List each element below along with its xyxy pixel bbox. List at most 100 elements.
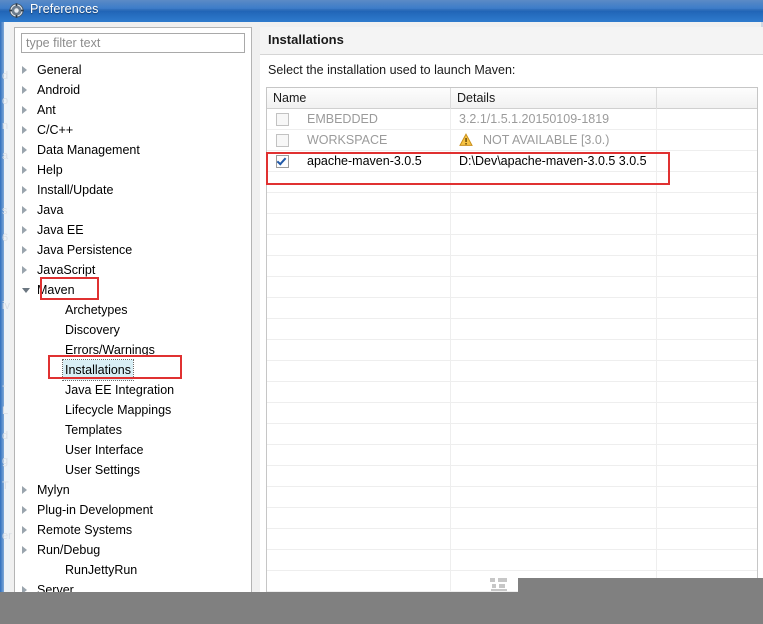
sidebar-item-label: JavaScript — [37, 263, 96, 277]
cell-empty — [451, 172, 657, 193]
sidebar-item-discovery[interactable]: Discovery — [15, 320, 251, 340]
sidebar-item-maven[interactable]: Maven — [15, 280, 251, 300]
chevron-right-icon[interactable] — [22, 486, 27, 494]
table-empty-row — [267, 382, 757, 403]
sidebar-item-label: Run/Debug — [37, 543, 101, 557]
window-title-bar[interactable]: Preferences — [0, 0, 763, 22]
table-empty-row — [267, 424, 757, 445]
sidebar-item-label: General — [37, 63, 82, 77]
screenshot-cutoff-right — [518, 578, 763, 592]
table-row[interactable]: EMBEDDED 3.2.1/1.5.1.20150109-1819 — [267, 109, 757, 130]
checkbox-unchecked[interactable] — [276, 113, 289, 126]
checkbox-checked[interactable] — [276, 155, 289, 168]
table-empty-row — [267, 466, 757, 487]
installations-table[interactable]: Name Details EMBEDDED 3.2.1/1.5.1.2015010… — [266, 87, 758, 592]
column-header-extra[interactable] — [657, 88, 757, 109]
table-empty-row — [267, 445, 757, 466]
cell-empty — [657, 445, 757, 466]
sidebar-item-label: Install/Update — [37, 183, 114, 197]
cell-empty — [267, 466, 451, 487]
column-header-name[interactable]: Name — [267, 88, 451, 109]
page-caption: Select the installation used to launch M… — [268, 63, 516, 77]
chevron-right-icon[interactable] — [22, 186, 27, 194]
chevron-right-icon[interactable] — [22, 246, 27, 254]
chevron-right-icon[interactable] — [22, 66, 27, 74]
sidebar-item-run-debug[interactable]: Run/Debug — [15, 540, 251, 560]
sidebar-item-label: Mylyn — [37, 483, 70, 497]
cell-extra — [657, 130, 757, 151]
chevron-right-icon[interactable] — [22, 266, 27, 274]
chevron-right-icon[interactable] — [22, 146, 27, 154]
sidebar-item-label: C/C++ — [37, 123, 74, 137]
cell-name: apache-maven-3.0.5 — [267, 151, 451, 172]
cell-details: 3.2.1/1.5.1.20150109-1819 — [451, 109, 657, 130]
chevron-right-icon[interactable] — [22, 226, 27, 234]
chevron-right-icon[interactable] — [22, 526, 27, 534]
background-bleed: er — [2, 530, 12, 542]
cell-empty — [657, 277, 757, 298]
sidebar-item-data-management[interactable]: Data Management — [15, 140, 251, 160]
sidebar-item-label: Remote Systems — [37, 523, 133, 537]
cell-empty — [451, 235, 657, 256]
sidebar-item-archetypes[interactable]: Archetypes — [15, 300, 251, 320]
cell-name: WORKSPACE — [267, 130, 451, 151]
sidebar-item-installations[interactable]: Installations — [15, 359, 251, 381]
installation-details: D:\Dev\apache-maven-3.0.5 3.0.5 — [459, 154, 647, 168]
sidebar-item-user-interface[interactable]: User Interface — [15, 440, 251, 460]
chevron-right-icon[interactable] — [22, 106, 27, 114]
sidebar-item-label: User Settings — [65, 463, 141, 477]
chevron-right-icon[interactable] — [22, 86, 27, 94]
background-bleed: n — [2, 120, 9, 132]
preferences-window: d o n a s 6 iv - L d g T er Preferences — [0, 0, 763, 592]
chevron-right-icon[interactable] — [22, 506, 27, 514]
sidebar-item-install-update[interactable]: Install/Update — [15, 180, 251, 200]
chevron-right-icon[interactable] — [22, 166, 27, 174]
background-bleed: - — [2, 380, 6, 392]
sidebar-item-general[interactable]: General — [15, 60, 251, 80]
sidebar-item-remote-systems[interactable]: Remote Systems — [15, 520, 251, 540]
cell-empty — [267, 487, 451, 508]
sidebar-item-android[interactable]: Android — [15, 80, 251, 100]
chevron-right-icon[interactable] — [22, 126, 27, 134]
sidebar-item-java-persistence[interactable]: Java Persistence — [15, 240, 251, 260]
cell-empty — [267, 382, 451, 403]
background-bleed: d — [2, 430, 9, 442]
search-input[interactable] — [21, 33, 245, 53]
sidebar-item-plug-in-development[interactable]: Plug-in Development — [15, 500, 251, 520]
installation-name: EMBEDDED — [307, 112, 378, 126]
sidebar-item-java-ee-integration[interactable]: Java EE Integration — [15, 380, 251, 400]
sidebar-item-label: Ant — [37, 103, 56, 117]
chevron-right-icon[interactable] — [22, 546, 27, 554]
sidebar-item-errors-warnings[interactable]: Errors/Warnings — [15, 340, 251, 360]
preferences-tree-pane: General Android Ant C/C++ Data Management Hel… — [14, 27, 252, 592]
chevron-down-icon[interactable] — [22, 288, 30, 293]
column-header-details[interactable]: Details — [451, 88, 657, 109]
sidebar-item-c-c[interactable]: C/C++ — [15, 120, 251, 140]
sidebar-item-user-settings[interactable]: User Settings — [15, 460, 251, 480]
sidebar-item-javascript[interactable]: JavaScript — [15, 260, 251, 280]
background-bleed: g — [2, 455, 9, 467]
cell-empty — [451, 508, 657, 529]
table-body: EMBEDDED 3.2.1/1.5.1.20150109-1819 WORKSPA… — [267, 109, 757, 592]
chevron-right-icon[interactable] — [22, 206, 27, 214]
sidebar-item-templates[interactable]: Templates — [15, 420, 251, 440]
sidebar-item-java[interactable]: Java — [15, 200, 251, 220]
scroll-artifact — [490, 578, 518, 592]
cell-empty — [657, 403, 757, 424]
table-empty-row — [267, 214, 757, 235]
sidebar-item-java-ee[interactable]: Java EE — [15, 220, 251, 240]
sidebar-item-ant[interactable]: Ant — [15, 100, 251, 120]
background-bleed: L — [2, 405, 9, 417]
sidebar-item-runjettyrun[interactable]: RunJettyRun — [15, 560, 251, 580]
cell-empty — [267, 256, 451, 277]
table-empty-row — [267, 277, 757, 298]
sidebar-item-mylyn[interactable]: Mylyn — [15, 480, 251, 500]
checkbox-unchecked[interactable] — [276, 134, 289, 147]
table-row[interactable]: apache-maven-3.0.5 D:\Dev\apache-maven-3.… — [267, 151, 757, 172]
sidebar-item-lifecycle-mappings[interactable]: Lifecycle Mappings — [15, 400, 251, 420]
installation-details: 3.2.1/1.5.1.20150109-1819 — [459, 112, 610, 126]
sidebar-item-help[interactable]: Help — [15, 160, 251, 180]
table-row[interactable]: WORKSPACE NOT AVAILABLE [3.0.) — [267, 130, 757, 151]
sidebar-item-server[interactable]: Server — [15, 580, 251, 592]
cell-empty — [451, 445, 657, 466]
